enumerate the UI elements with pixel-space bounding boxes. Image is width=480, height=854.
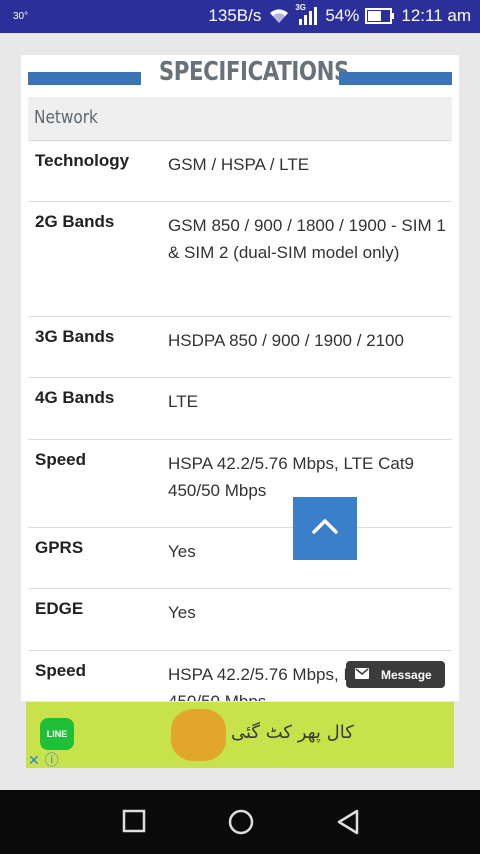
row-value: GSM / HSPA / LTE (168, 155, 310, 174)
table-row: Technology GSM / HSPA / LTE (28, 141, 452, 202)
row-value: GSM 850 / 900 / 1800 / 1900 - SIM 1 & SI… (168, 216, 446, 262)
page-title: SPECIFICATIONS (158, 57, 350, 87)
ad-banner[interactable]: LINE کال پھر کٹ گئی ✕ ⓘ (26, 702, 454, 768)
row-label: Speed (35, 450, 87, 469)
specifications-card: SPECIFICATIONS Network Technology GSM / … (21, 55, 459, 701)
table-row: 2G Bands GSM 850 / 900 / 1800 / 1900 - S… (28, 202, 452, 317)
row-label: 3G Bands (35, 327, 115, 346)
line-app-logo: LINE (40, 718, 74, 750)
section-header-network: Network (28, 97, 452, 141)
row-value: LTE (168, 392, 198, 411)
signal-icon: 3G (295, 3, 319, 25)
ad-info-icon[interactable]: ⓘ (45, 750, 59, 770)
table-row: GPRS Yes (28, 528, 452, 589)
ad-text: کال پھر کٹ گئی (231, 722, 354, 743)
network-speed: 135B/s (208, 6, 262, 25)
table-row: 3G Bands HSDPA 850 / 900 / 1900 / 2100 (28, 317, 452, 378)
recents-button[interactable] (122, 809, 146, 838)
table-row: EDGE Yes (28, 589, 452, 651)
header-divider-left (28, 72, 141, 85)
row-value: HSPA 42.2/5.76 Mbps, LTE Cat9 450/50 Mbp… (168, 454, 415, 500)
back-button[interactable] (336, 809, 360, 840)
table-row: Speed HSPA 42.2/5.76 Mbps, LTE Cat9 450/… (28, 440, 452, 528)
row-label: GPRS (35, 538, 84, 557)
ad-controls: ✕ ⓘ (28, 750, 59, 770)
row-value: HSDPA 850 / 900 / 1900 / 2100 (168, 331, 404, 350)
spec-table: Technology GSM / HSPA / LTE 2G Bands GSM… (28, 141, 452, 701)
message-button-label: Message (381, 667, 432, 682)
battery-percent: 54% (325, 6, 360, 25)
row-label: Speed (35, 661, 87, 680)
circle-icon (228, 809, 254, 835)
status-bar: 30° 135B/s 3G 54% 12:11 am (0, 0, 480, 33)
back-triangle-icon (337, 809, 359, 835)
row-value: Yes (168, 603, 196, 622)
wifi-icon (267, 7, 291, 25)
row-label: 2G Bands (35, 212, 115, 231)
clock: 12:11 am (401, 6, 471, 25)
scroll-to-top-button[interactable] (293, 497, 357, 560)
temperature-indicator: 30° (13, 11, 29, 22)
spec-header: SPECIFICATIONS (21, 55, 459, 101)
message-button[interactable]: Message (346, 661, 445, 688)
section-title: Network (34, 107, 98, 128)
row-label: EDGE (35, 599, 84, 618)
ad-character-image (171, 709, 226, 761)
envelope-icon (355, 667, 369, 682)
network-type-label: 3G (295, 3, 307, 12)
row-label: 4G Bands (35, 388, 115, 407)
square-icon (122, 809, 146, 833)
battery-icon (365, 8, 395, 24)
chevron-up-icon (311, 518, 339, 539)
table-row: 4G Bands LTE (28, 378, 452, 440)
system-nav-bar (0, 790, 480, 854)
row-label: Technology (35, 151, 130, 170)
header-divider-right (339, 72, 452, 85)
ad-close-icon[interactable]: ✕ (28, 752, 40, 769)
home-button[interactable] (228, 809, 254, 840)
